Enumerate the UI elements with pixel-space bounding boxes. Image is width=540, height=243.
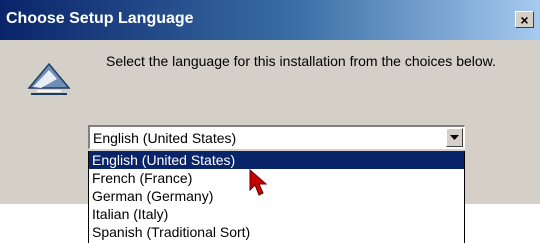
language-option-english-us[interactable]: English (United States): [89, 151, 464, 169]
language-option-french[interactable]: French (France): [89, 169, 464, 187]
language-select-value: English (United States): [93, 130, 237, 146]
language-option-german[interactable]: German (Germany): [89, 187, 464, 205]
language-select[interactable]: English (United States): [88, 125, 465, 149]
close-icon[interactable]: ×: [515, 11, 534, 28]
language-dropdown-list: English (United States) French (France) …: [88, 151, 465, 243]
window-title: Choose Setup Language: [6, 10, 194, 27]
mouse-cursor-icon: [249, 168, 268, 196]
setup-icon: [27, 62, 71, 95]
language-option-spanish[interactable]: Spanish (Traditional Sort): [89, 223, 464, 241]
language-option-italian[interactable]: Italian (Italy): [89, 205, 464, 223]
instruction-text: Select the language for this installatio…: [106, 53, 496, 69]
dropdown-arrow-icon[interactable]: [446, 128, 463, 147]
title-bar[interactable]: Choose Setup Language ×: [0, 0, 540, 40]
